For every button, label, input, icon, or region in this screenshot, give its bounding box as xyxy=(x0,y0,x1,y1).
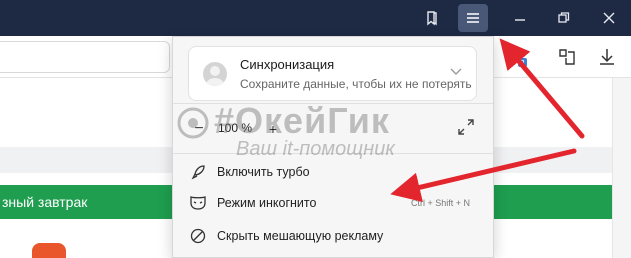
page-scrollbar[interactable] xyxy=(612,78,631,258)
block-ads-icon xyxy=(189,227,207,245)
zoom-out-button[interactable]: − xyxy=(187,117,211,141)
browser-main-menu: Синхронизация Сохраните данные, чтобы их… xyxy=(172,36,494,258)
menu-divider xyxy=(173,153,493,154)
incognito-mask-icon xyxy=(189,194,207,212)
menu-item-label: Режим инкогнито xyxy=(217,196,317,210)
sync-title: Синхронизация xyxy=(240,57,335,72)
restore-button[interactable] xyxy=(549,4,579,32)
sync-card[interactable]: Синхронизация Сохраните данные, чтобы их… xyxy=(188,46,477,101)
zoom-in-button[interactable]: + xyxy=(261,117,285,141)
avatar xyxy=(203,62,227,86)
close-window-button[interactable] xyxy=(594,4,624,32)
main-menu-button[interactable] xyxy=(458,4,488,32)
browser-titlebar xyxy=(0,0,631,36)
extension-icon[interactable]: ? xyxy=(504,44,530,70)
address-bar[interactable] xyxy=(0,41,170,73)
menu-icon xyxy=(467,13,479,23)
menu-item-hide-ads[interactable]: Скрыть мешающую рекламу xyxy=(173,221,493,251)
download-icon[interactable] xyxy=(594,44,620,70)
sync-subtitle: Сохраните данные, чтобы их не потерять xyxy=(240,77,472,91)
minimize-button[interactable] xyxy=(505,4,535,32)
fullscreen-icon[interactable] xyxy=(454,115,478,139)
minimize-icon xyxy=(515,19,525,21)
menu-divider xyxy=(173,103,493,104)
chevron-down-icon[interactable] xyxy=(450,63,462,81)
menu-item-incognito[interactable]: Режим инкогнито Ctrl + Shift + N xyxy=(173,188,493,218)
rocket-icon xyxy=(189,163,207,181)
page-thumbnail xyxy=(32,243,66,258)
restore-icon xyxy=(558,12,570,23)
menu-item-label: Скрыть мешающую рекламу xyxy=(217,229,384,243)
zoom-level: 100 % xyxy=(218,121,253,135)
extension-icon-2[interactable] xyxy=(554,44,580,70)
zoom-controls: − 100 % + xyxy=(173,109,493,149)
bookmarks-panel-icon[interactable] xyxy=(417,4,447,32)
close-icon xyxy=(603,12,615,24)
menu-item-label: Включить турбо xyxy=(217,165,310,179)
shortcut-hint: Ctrl + Shift + N xyxy=(411,198,471,208)
menu-item-turbo[interactable]: Включить турбо xyxy=(173,157,493,187)
svg-text:?: ? xyxy=(521,59,525,68)
